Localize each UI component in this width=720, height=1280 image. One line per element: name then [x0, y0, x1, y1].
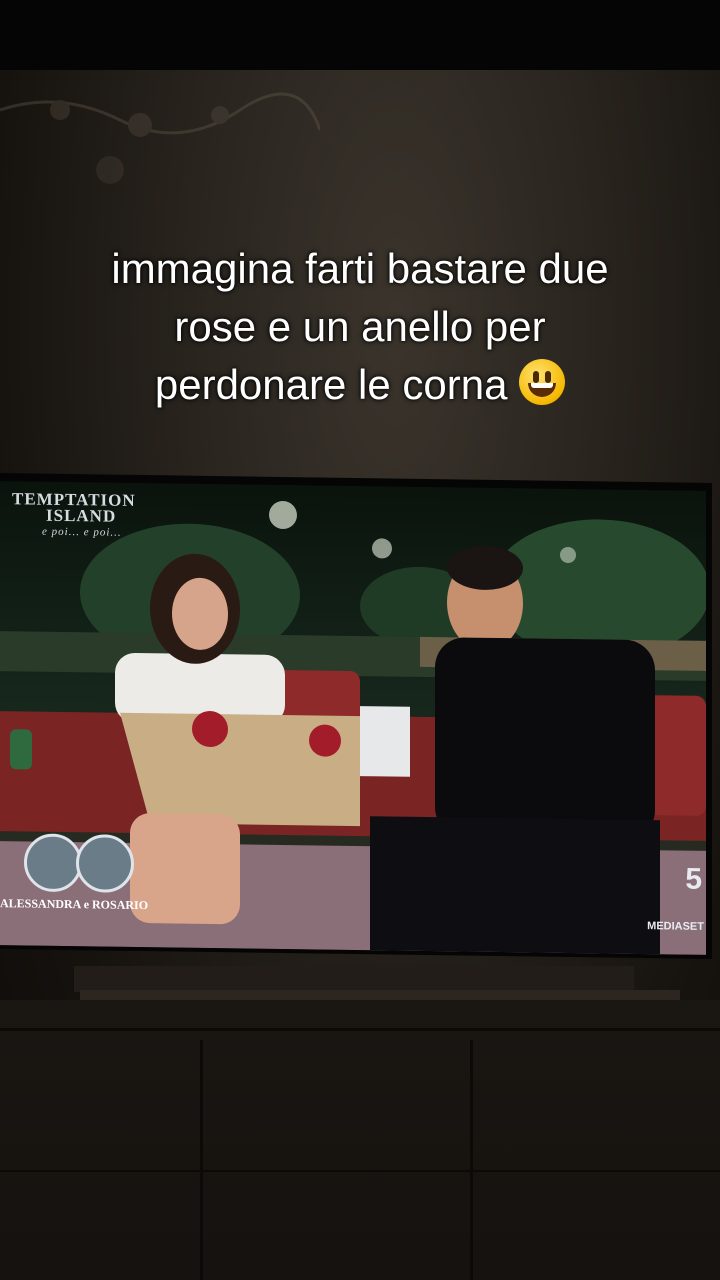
cabinet-edge — [0, 1028, 720, 1031]
channel-number: 5 — [685, 862, 702, 896]
cabinet-divider — [470, 1040, 473, 1280]
overlay-caption: immagina farti bastare due rose e un ane… — [20, 240, 700, 414]
avatar — [76, 834, 134, 893]
show-logo-subtitle: e poi... e poi... — [42, 525, 122, 539]
show-logo: TEMPTATION ISLAND e poi... e poi... — [12, 489, 136, 541]
cabinet-shelf — [0, 1170, 720, 1172]
ceiling-decoration — [0, 92, 320, 184]
tv-stand — [74, 966, 634, 992]
avatar — [24, 833, 82, 893]
photo-scene: immagina farti bastare due rose e un ane… — [0, 0, 720, 1280]
top-black-bar — [0, 0, 720, 70]
caption-line-2: rose e un anello per — [174, 303, 546, 350]
media-cabinet — [0, 1000, 720, 1280]
cabinet-divider — [200, 1040, 203, 1280]
channel-name: MEDIASET — [647, 920, 704, 933]
tv-screen: TEMPTATION ISLAND e poi... e poi... ALES… — [0, 481, 706, 955]
grinning-face-emoji-icon — [519, 359, 566, 405]
caption-line-3: perdonare le corna — [154, 361, 508, 408]
couple-avatars — [24, 833, 134, 895]
show-logo-title-2: ISLAND — [46, 505, 117, 526]
couple-names-label: ALESSANDRA e ROSARIO — [0, 896, 149, 913]
caption-line-1: immagina farti bastare due — [111, 245, 609, 292]
